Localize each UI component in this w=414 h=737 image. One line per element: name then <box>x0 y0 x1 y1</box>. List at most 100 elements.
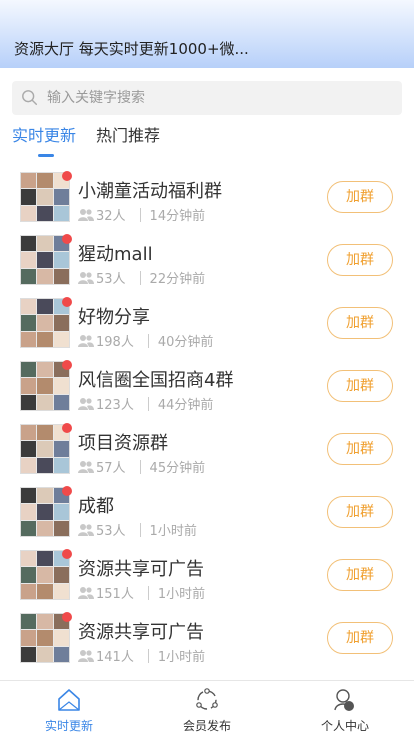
divider <box>139 522 141 537</box>
member-count: 141人 <box>96 650 134 665</box>
avatar-tile <box>21 567 37 583</box>
member-count: 198人 <box>96 335 134 350</box>
avatar-tile <box>37 189 53 205</box>
new-badge <box>62 612 72 622</box>
list-item[interactable]: 风信圈全国招商4群 123人 44分钟前 加群 <box>0 357 414 420</box>
divider <box>147 648 149 663</box>
group-meta: 198人 40分钟前 <box>78 331 213 350</box>
group-name: 猩动mall <box>78 244 153 265</box>
members-icon <box>78 209 94 221</box>
group-meta: 151人 1小时前 <box>78 583 205 602</box>
avatar-tile <box>53 646 69 662</box>
search-input[interactable] <box>45 89 389 107</box>
avatar-tile <box>53 205 69 221</box>
member-count: 57人 <box>96 461 126 476</box>
avatar-tile <box>21 583 37 599</box>
join-group-button[interactable]: 加群 <box>327 433 393 465</box>
update-time: 45分钟前 <box>149 461 206 476</box>
search-bar[interactable] <box>12 81 402 115</box>
avatar-tile <box>37 362 53 378</box>
member-count: 151人 <box>96 587 134 602</box>
new-badge <box>62 171 72 181</box>
update-time: 1小时前 <box>157 587 206 602</box>
member-count: 53人 <box>96 272 126 287</box>
avatar-tile <box>53 583 69 599</box>
update-time: 1小时前 <box>149 524 197 539</box>
avatar-tile <box>21 299 37 315</box>
avatar-tile <box>53 331 69 347</box>
search-icon <box>22 90 38 106</box>
header: 资源大厅 每天实时更新1000+微... <box>0 0 414 68</box>
list-item[interactable]: 猩动mall 53人 22分钟前 加群 <box>0 231 414 294</box>
avatar-tile <box>21 378 37 394</box>
avatar-tile <box>21 646 37 662</box>
avatar-tile <box>37 331 53 347</box>
join-group-button[interactable]: 加群 <box>327 496 393 528</box>
avatar-tile <box>37 173 53 189</box>
member-count: 123人 <box>96 398 134 413</box>
members-icon <box>78 335 94 347</box>
list-item[interactable]: 小潮童活动福利群 32人 14分钟前 加群 <box>0 168 414 231</box>
avatar-tile <box>21 441 37 457</box>
avatar-tile <box>53 268 69 284</box>
nav-realtime[interactable]: 实时更新 <box>0 681 138 737</box>
new-badge <box>62 486 72 496</box>
avatar-tile <box>21 425 37 441</box>
avatar-tile <box>37 441 53 457</box>
group-name: 资源共享可广告 <box>78 622 204 643</box>
divider <box>139 207 141 222</box>
join-group-button[interactable]: 加群 <box>327 181 393 213</box>
user-icon <box>334 689 354 711</box>
tab-realtime[interactable]: 实时更新 <box>12 122 76 146</box>
members-icon <box>78 398 94 410</box>
avatar-tile <box>21 315 37 331</box>
nav-publish[interactable]: 会员发布 <box>138 681 276 737</box>
join-group-button[interactable]: 加群 <box>327 307 393 339</box>
divider <box>139 270 141 285</box>
avatar-tile <box>21 362 37 378</box>
avatar-tile <box>37 567 53 583</box>
group-name: 风信圈全国招商4群 <box>78 370 234 391</box>
join-group-button[interactable]: 加群 <box>327 244 393 276</box>
update-time: 44分钟前 <box>157 398 214 413</box>
list-item[interactable]: 项目资源群 57人 45分钟前 加群 <box>0 420 414 483</box>
group-name: 项目资源群 <box>78 433 168 454</box>
divider <box>139 459 141 474</box>
members-icon <box>78 461 94 473</box>
new-badge <box>62 234 72 244</box>
nav-label: 实时更新 <box>44 719 93 733</box>
join-group-button[interactable]: 加群 <box>327 559 393 591</box>
list-item[interactable]: 成都 53人 1小时前 加群 <box>0 483 414 546</box>
list-item[interactable]: 好物分享 198人 40分钟前 加群 <box>0 294 414 357</box>
avatar-tile <box>53 252 69 268</box>
list-item[interactable]: 资源共享可广告 141人 1小时前 加群 <box>0 609 414 672</box>
avatar-tile <box>37 236 53 252</box>
nav-label: 个人中心 <box>320 719 369 733</box>
new-badge <box>62 549 72 559</box>
new-badge <box>62 360 72 370</box>
list-item[interactable]: 资源共享可广告 151人 1小时前 加群 <box>0 546 414 609</box>
avatar-tile <box>53 520 69 536</box>
members-icon <box>78 524 94 536</box>
avatar-tile <box>21 504 37 520</box>
join-group-button[interactable]: 加群 <box>327 622 393 654</box>
member-count: 53人 <box>96 524 126 539</box>
avatar-tile <box>37 299 53 315</box>
update-time: 40分钟前 <box>157 335 214 350</box>
group-name: 成都 <box>78 496 114 517</box>
avatar-tile <box>21 488 37 504</box>
avatar-tile <box>21 268 37 284</box>
group-meta: 57人 45分钟前 <box>78 457 205 476</box>
avatar-tile <box>53 567 69 583</box>
avatar-tile <box>53 504 69 520</box>
new-badge <box>62 297 72 307</box>
members-icon <box>78 272 94 284</box>
avatar-tile <box>53 315 69 331</box>
tab-popular[interactable]: 热门推荐 <box>96 122 160 146</box>
update-time: 1小时前 <box>157 650 206 665</box>
nav-profile[interactable]: 个人中心 <box>276 681 414 737</box>
avatar-tile <box>37 488 53 504</box>
avatar-tile <box>21 205 37 221</box>
join-group-button[interactable]: 加群 <box>327 370 393 402</box>
group-meta: 53人 1小时前 <box>78 520 197 539</box>
